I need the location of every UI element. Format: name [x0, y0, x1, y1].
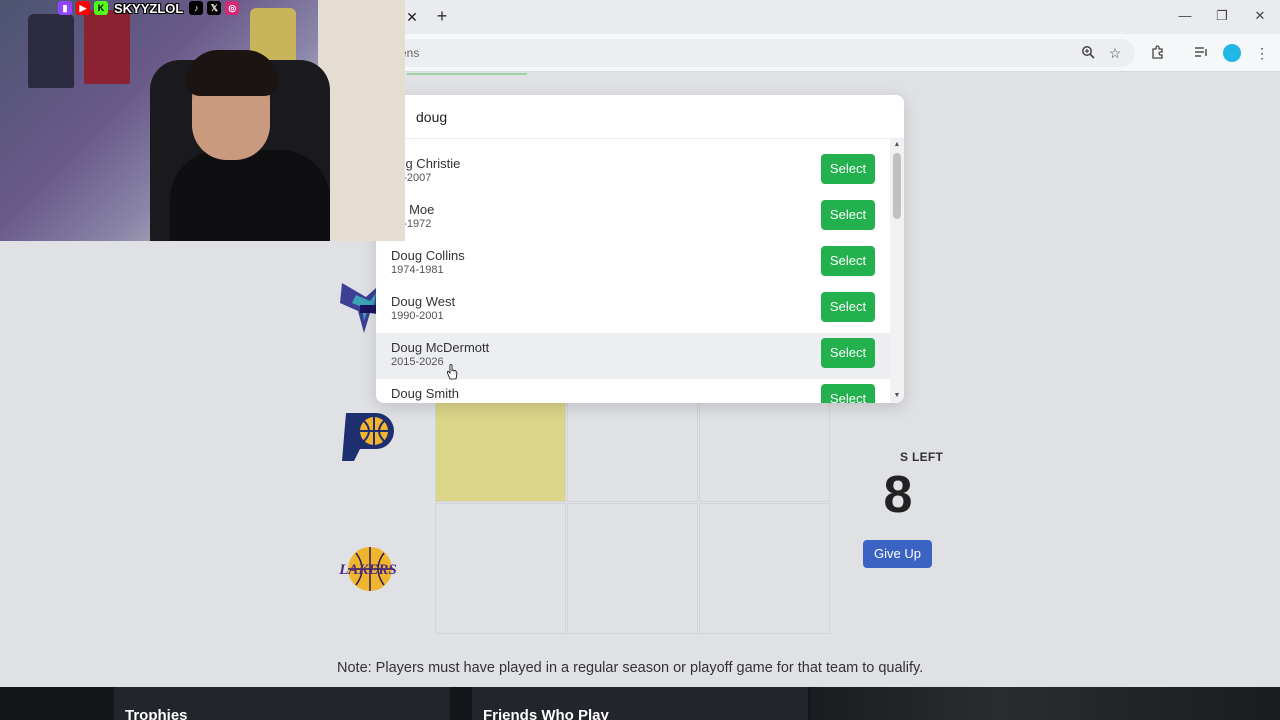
jersey-image	[84, 10, 130, 84]
scroll-up-icon[interactable]: ▲	[892, 141, 902, 148]
extensions-icon[interactable]	[1149, 44, 1167, 62]
player-years: 2015-2026	[391, 356, 444, 368]
qualification-note: Note: Players must have played in a regu…	[337, 660, 924, 676]
browser-menu-icon[interactable]: ⋮	[1253, 44, 1271, 62]
select-button[interactable]: Select	[821, 154, 875, 184]
minimize-button[interactable]: —	[1172, 6, 1198, 26]
friends-card[interactable]: Friends Who Play	[472, 687, 808, 720]
new-tab-button[interactable]: +	[433, 6, 451, 26]
player-search-dropdown: oug Christie 93-2007 Select ug Moe 68-19…	[376, 95, 904, 403]
kick-icon: K	[94, 1, 108, 15]
player-search-input[interactable]	[416, 107, 716, 127]
scroll-thumb[interactable]	[893, 153, 901, 219]
player-years: 1974-1981	[391, 264, 444, 276]
jersey-image	[28, 14, 74, 88]
instagram-icon: ◎	[225, 1, 240, 15]
pointer-hand-icon	[446, 364, 458, 382]
scroll-down-icon[interactable]: ▼	[892, 392, 902, 399]
player-name: Doug Smith	[391, 386, 459, 401]
select-button[interactable]: Select	[821, 338, 875, 368]
page-progress-indicator	[407, 73, 527, 75]
result-row[interactable]: Doug Smith Select	[376, 379, 890, 403]
result-row[interactable]: ug Moe 68-1972 Select	[376, 195, 890, 241]
guesses-left-count: 8	[883, 466, 913, 524]
footer-background	[810, 687, 1280, 720]
player-name: Doug West	[391, 294, 456, 309]
result-row[interactable]: Doug Collins 1974-1981 Select	[376, 241, 890, 287]
youtube-icon: ▶	[76, 1, 90, 15]
streamer-handle: SKYYZLOL	[114, 0, 184, 16]
result-row[interactable]: Doug West 1990-2001 Select	[376, 287, 890, 333]
twitch-icon: ▮	[58, 1, 72, 15]
select-button[interactable]: Select	[821, 200, 875, 230]
media-control-icon[interactable]	[1192, 44, 1210, 62]
svg-text:LAKERS: LAKERS	[338, 562, 397, 578]
select-button[interactable]: Select	[821, 384, 875, 403]
grid-cell-r3c3[interactable]	[699, 503, 830, 634]
tab-close-icon[interactable]: ✕	[403, 8, 421, 26]
x-icon: 𝕏	[207, 1, 222, 15]
give-up-button[interactable]: Give Up	[863, 540, 932, 568]
lakers-logo: LAKERS	[336, 537, 400, 601]
footer-band: Trophies Friends Who Play	[0, 687, 1280, 720]
background-curtain	[318, 0, 405, 241]
streamer-body	[170, 150, 330, 241]
window-close-button[interactable]: ✕	[1247, 6, 1273, 26]
select-button[interactable]: Select	[821, 246, 875, 276]
bookmark-star-icon[interactable]: ☆	[1107, 45, 1123, 61]
guesses-left-label: S LEFT	[900, 450, 944, 464]
trophies-card[interactable]: Trophies	[114, 687, 450, 720]
streamer-hair	[186, 50, 278, 96]
player-name: Doug McDermott	[391, 340, 490, 355]
player-name: Doug Collins	[391, 248, 465, 263]
pacers-logo	[336, 405, 400, 469]
streamer-webcam: ▮ ▶ K SKYYZLOL ♪ 𝕏 ◎	[0, 0, 405, 241]
friends-title: Friends Who Play	[483, 707, 609, 720]
result-row[interactable]: oug Christie 93-2007 Select	[376, 149, 890, 195]
search-row	[376, 95, 904, 139]
zoom-icon[interactable]	[1080, 45, 1096, 61]
social-links-bar: ▮ ▶ K SKYYZLOL ♪ 𝕏 ◎	[58, 0, 240, 16]
grid-cell-r3c1[interactable]	[435, 503, 566, 634]
grid-cell-r3c2[interactable]	[567, 503, 698, 634]
profile-avatar[interactable]	[1223, 44, 1241, 62]
address-bar[interactable]: ens ☆	[380, 39, 1135, 67]
tiktok-icon: ♪	[189, 1, 204, 15]
select-button[interactable]: Select	[821, 292, 875, 322]
results-scrollbar[interactable]: ▲ ▼	[890, 139, 904, 403]
player-years: 1990-2001	[391, 310, 444, 322]
trophies-title: Trophies	[125, 707, 188, 720]
restore-button[interactable]: ❐	[1209, 6, 1235, 26]
